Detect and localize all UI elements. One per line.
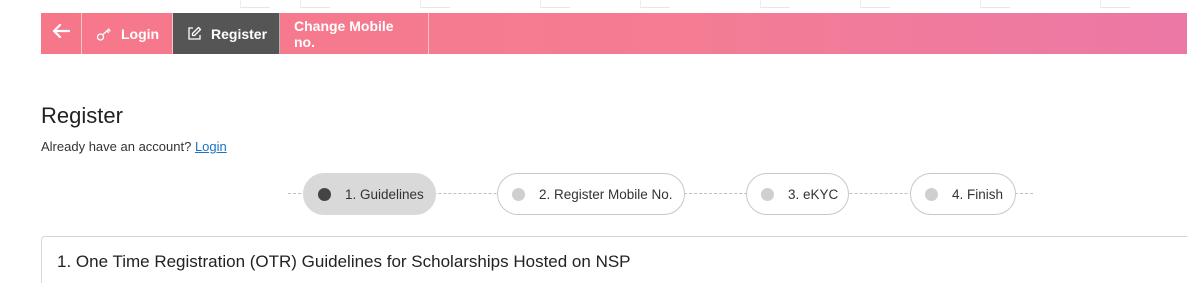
step-guidelines[interactable]: 1. Guidelines <box>303 173 436 215</box>
registration-stepper: 1. Guidelines 2. Register Mobile No. 3. … <box>288 173 1033 215</box>
top-nav-bar: Login Register Change Mobile no. <box>41 13 1187 54</box>
step-register-mobile[interactable]: 2. Register Mobile No. <box>497 173 685 215</box>
account-prompt-text: Already have an account? <box>41 139 192 154</box>
nav-register[interactable]: Register <box>173 13 280 54</box>
nav-change-mobile-label: Change Mobile no. <box>294 17 394 50</box>
step-finish[interactable]: 4. Finish <box>910 173 1016 215</box>
edit-icon <box>187 26 202 41</box>
step-label: 1. Guidelines <box>345 186 424 202</box>
arrow-left-icon <box>52 23 71 44</box>
back-button[interactable] <box>41 13 82 54</box>
guidelines-panel-title: 1. One Time Registration (OTR) Guideline… <box>57 252 631 271</box>
account-prompt: Already have an account? Login <box>41 139 227 154</box>
key-icon <box>96 27 112 41</box>
login-link[interactable]: Login <box>195 139 227 154</box>
step-dot-icon <box>761 187 774 201</box>
step-ekyc[interactable]: 3. eKYC <box>746 173 849 215</box>
step-label: 3. eKYC <box>788 186 839 202</box>
nav-login-label: Login <box>121 25 160 42</box>
nav-login[interactable]: Login <box>82 13 173 54</box>
step-dot-icon <box>925 187 938 201</box>
nav-register-label: Register <box>211 25 268 42</box>
step-label: 4. Finish <box>952 186 1004 202</box>
step-label: 2. Register Mobile No. <box>539 186 673 202</box>
guidelines-panel: 1. One Time Registration (OTR) Guideline… <box>41 236 1187 283</box>
step-dot-icon <box>318 187 331 201</box>
page-title: Register <box>41 103 123 128</box>
step-dot-icon <box>512 187 525 201</box>
nav-change-mobile[interactable]: Change Mobile no. <box>280 13 429 54</box>
header-decoration <box>0 0 1187 12</box>
